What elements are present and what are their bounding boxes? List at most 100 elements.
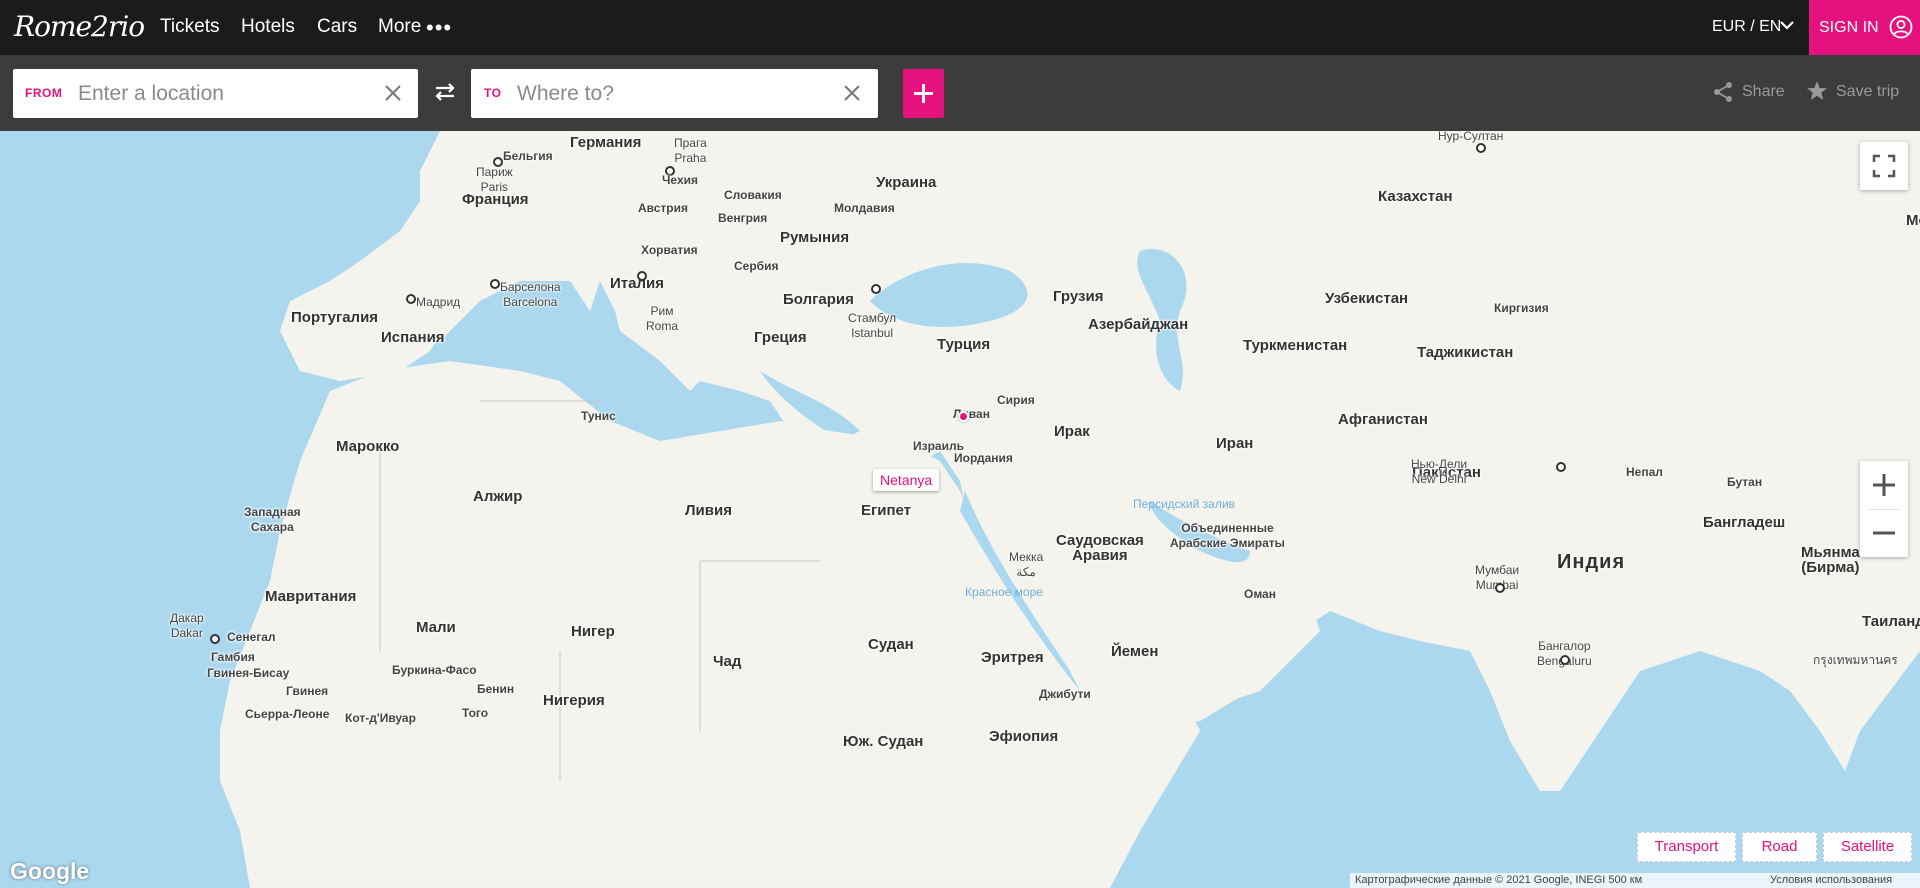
clear-from-icon[interactable]: [383, 83, 403, 103]
layer-satellite-button[interactable]: Satellite: [1823, 832, 1912, 862]
label-thailand: Таиланд: [1862, 613, 1920, 630]
label-uae: Объединенные Арабские Эмираты: [1170, 521, 1285, 550]
label-croatia: Хорватия: [641, 243, 698, 257]
from-input[interactable]: [76, 77, 380, 111]
label-syria: Сирия: [997, 393, 1035, 407]
city-dot-rome: [637, 271, 647, 281]
map-view[interactable]: Германия Бельгия Прага Praha Чехия Слова…: [0, 131, 1920, 888]
label-iraq: Ирак: [1054, 423, 1090, 440]
label-guinea-bissau: Гвинея-Бисау: [207, 666, 290, 680]
from-tag: FROM: [25, 86, 63, 100]
currency-language-selector[interactable]: EUR / EN: [1712, 17, 1781, 37]
clear-to-icon[interactable]: [842, 83, 862, 103]
add-destination-button[interactable]: [903, 69, 944, 118]
label-hungary: Венгрия: [718, 211, 768, 225]
label-spain: Испания: [381, 329, 445, 346]
label-iran: Иран: [1216, 435, 1254, 452]
netanya-marker-label[interactable]: Netanya: [873, 469, 940, 491]
label-india: Индия: [1557, 551, 1626, 573]
label-nursultan: Нур-Султан: [1438, 131, 1504, 143]
zoom-in-button[interactable]: [1860, 461, 1908, 509]
label-georgia: Грузия: [1053, 288, 1104, 305]
label-jordan: Иордания: [954, 451, 1013, 465]
label-czech: Чехия: [662, 173, 698, 187]
layer-road-button[interactable]: Road: [1742, 832, 1817, 862]
label-senegal: Сенегал: [227, 630, 276, 644]
label-libya: Ливия: [685, 502, 732, 519]
nav-more[interactable]: More: [378, 16, 421, 38]
share-label: Share: [1742, 83, 1785, 100]
fullscreen-icon: [1872, 154, 1896, 178]
city-dot-madrid: [406, 294, 416, 304]
label-rome: Рим Roma: [646, 304, 679, 333]
chevron-down-icon[interactable]: [1778, 14, 1796, 36]
fullscreen-button[interactable]: [1860, 142, 1908, 190]
sign-in-label: SIGN IN: [1819, 19, 1879, 36]
city-dot-new-delhi: [1556, 462, 1566, 472]
label-ukraine: Украина: [876, 174, 937, 191]
sign-in-button[interactable]: SIGN IN: [1809, 0, 1920, 55]
google-logo[interactable]: Google: [10, 858, 89, 885]
nav-tickets[interactable]: Tickets: [160, 16, 219, 38]
label-persian-gulf: Персидский залив: [1133, 497, 1235, 511]
label-madrid: Мадрид: [416, 295, 461, 309]
label-prague: Прага Praha: [674, 136, 707, 165]
map-attribution: Картографические данные © 2021 Google, I…: [1355, 874, 1643, 886]
city-dot-dakar: [210, 634, 220, 644]
label-mauritania: Мавритания: [265, 588, 357, 605]
city-dot-paris: [493, 157, 503, 167]
label-bangkok: กรุงเทพมหานคร: [1813, 653, 1898, 667]
label-south-sudan: Юж. Судан: [843, 733, 924, 750]
label-serbia: Сербия: [734, 259, 779, 273]
zoom-out-button[interactable]: [1860, 510, 1908, 557]
label-uzbekistan: Узбекистан: [1325, 290, 1409, 307]
label-portugal: Португалия: [291, 309, 379, 326]
label-afghanistan: Афганистан: [1338, 411, 1428, 428]
label-greece: Греция: [754, 329, 807, 346]
to-field[interactable]: TO: [471, 69, 878, 118]
label-dakar: Дакар Dakar: [170, 611, 204, 640]
to-input[interactable]: [515, 77, 839, 111]
user-account-icon: [1889, 15, 1913, 39]
label-istanbul: Стамбул Istanbul: [848, 311, 897, 340]
star-icon: [1807, 81, 1827, 100]
label-moldova: Молдавия: [834, 201, 895, 215]
label-tunisia: Тунис: [581, 409, 616, 423]
label-kazakhstan: Казахстан: [1378, 188, 1453, 205]
rome2rio-logo[interactable]: Rome2rio: [14, 10, 145, 44]
label-sudan: Судан: [868, 636, 914, 653]
minus-icon: [1873, 531, 1895, 535]
terms-link[interactable]: Условия использования: [1770, 873, 1892, 888]
label-red-sea: Красное море: [965, 585, 1043, 599]
layer-transport-button[interactable]: Transport: [1637, 832, 1736, 862]
label-togo: Того: [462, 706, 489, 720]
share-icon: [1714, 82, 1732, 102]
city-dot-mumbai: [1495, 583, 1505, 593]
city-dot-bangalore: [1560, 655, 1570, 665]
swap-locations-icon[interactable]: [432, 80, 458, 104]
map-attribution-bar: Картографические данные © 2021 Google, I…: [1350, 873, 1920, 888]
label-azerbaijan: Азербайджан: [1088, 316, 1189, 333]
label-algeria: Алжир: [473, 488, 523, 505]
plus-icon: [1873, 474, 1895, 496]
label-djibouti: Джибути: [1039, 687, 1091, 701]
nav-hotels[interactable]: Hotels: [241, 16, 295, 38]
label-eritrea: Эритрея: [981, 649, 1044, 666]
label-turkmenistan: Туркменистан: [1243, 337, 1348, 354]
label-nepal: Непал: [1626, 465, 1663, 479]
label-western-sahara: Западная Сахара: [244, 505, 301, 534]
city-dot-barcelona: [490, 279, 500, 289]
netanya-marker-dot[interactable]: [958, 411, 969, 422]
label-oman: Оман: [1244, 587, 1276, 601]
label-turkey: Турция: [937, 336, 991, 353]
label-saudi-arabia: Саудовская Аравия: [1056, 532, 1144, 564]
from-field[interactable]: FROM: [13, 69, 418, 118]
label-bhutan: Бутан: [1727, 475, 1763, 489]
label-ivory-coast: Кот-д'Ивуар: [345, 711, 416, 725]
nav-cars[interactable]: Cars: [317, 16, 357, 38]
label-morocco: Марокко: [336, 438, 400, 455]
more-dots-icon[interactable]: •••: [426, 15, 452, 41]
top-nav-bar: Rome2rio Tickets Hotels Cars More ••• EU…: [0, 0, 1920, 55]
label-sierra-leone: Сьерра-Леоне: [245, 707, 330, 721]
to-tag: TO: [484, 86, 502, 100]
